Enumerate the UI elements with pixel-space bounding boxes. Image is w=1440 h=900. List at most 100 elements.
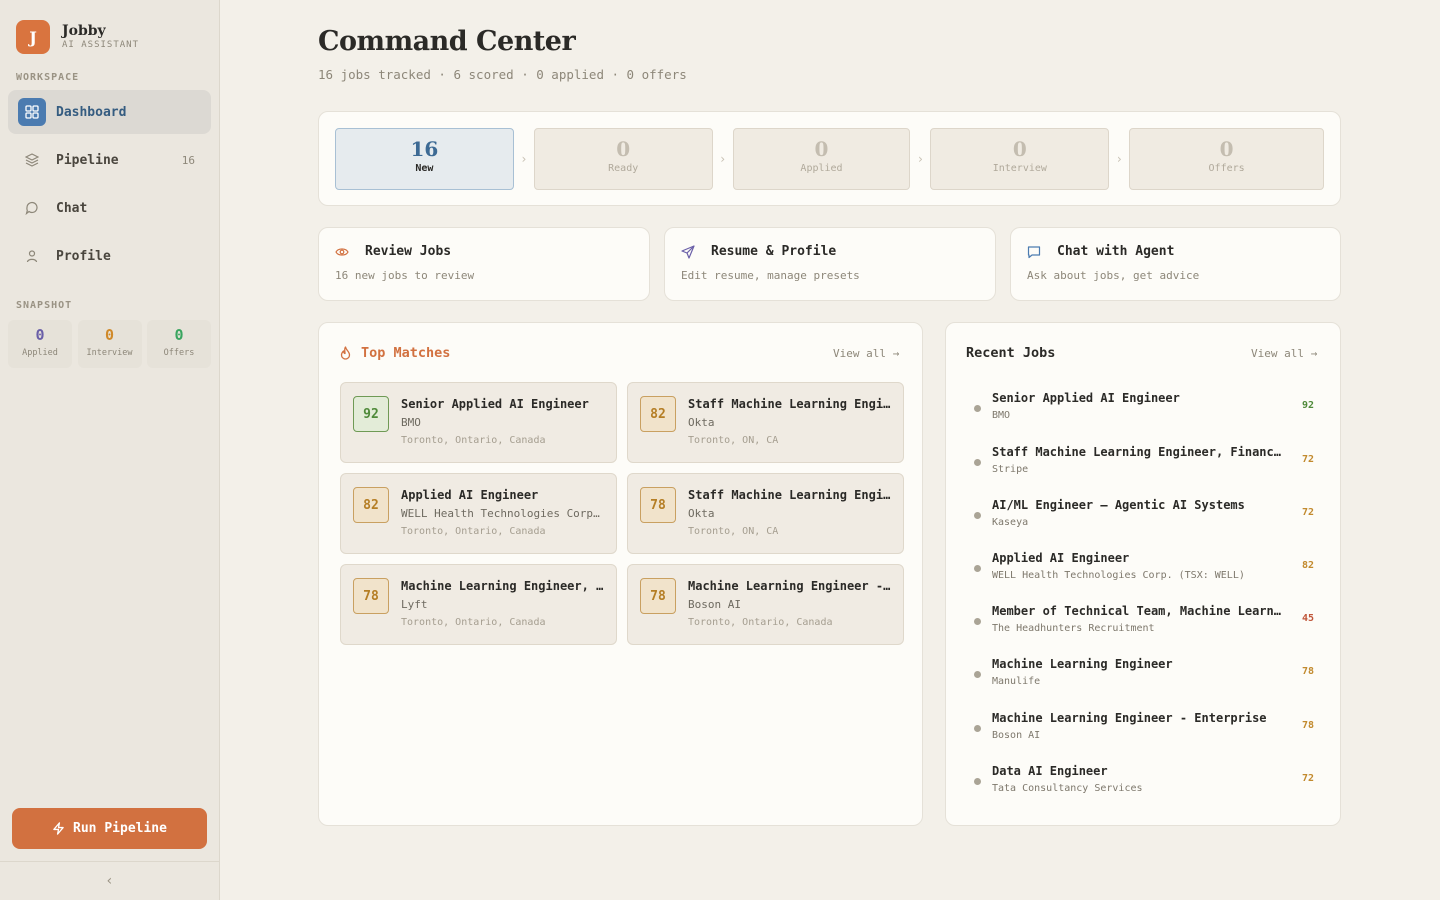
status-dot <box>974 459 981 466</box>
stage-interview[interactable]: 0 Interview <box>930 127 1110 190</box>
recent-job-score: 72 <box>1301 773 1314 784</box>
sidebar-item-chat[interactable]: Chat <box>8 186 211 230</box>
status-dot <box>974 565 981 572</box>
page-title: Command Center <box>318 26 576 57</box>
match-card[interactable]: 92 Senior Applied AI Engineer BMO Toront… <box>340 382 617 463</box>
recent-job-row[interactable]: Applied AI Engineer WELL Health Technolo… <box>974 551 1314 591</box>
page-subtitle: 16 jobs tracked · 6 scored · 0 applied ·… <box>318 67 687 82</box>
match-company: Boson AI <box>688 598 741 611</box>
recent-job-row[interactable]: Machine Learning Engineer - Enterprise B… <box>974 711 1314 751</box>
recent-job-row[interactable]: Machine Learning Engineer Manulife 78 <box>974 657 1314 697</box>
match-title: Staff Machine Learning Engineer, Financi… <box>688 397 893 411</box>
recent-job-score: 92 <box>1301 400 1314 411</box>
sidebar-item-profile[interactable]: Profile <box>8 234 211 278</box>
stage-label: Interview <box>992 162 1047 174</box>
match-title: Staff Machine Learning Engineer <box>688 488 893 502</box>
lightning-icon <box>52 822 65 835</box>
match-card[interactable]: 78 Machine Learning Engineer - Enterpris… <box>627 564 904 645</box>
brand-logo: J <box>16 20 50 54</box>
recent-job-score: 78 <box>1301 666 1314 677</box>
run-pipeline-label: Run Pipeline <box>73 821 167 836</box>
match-location: Toronto, Ontario, Canada <box>688 617 833 628</box>
pipeline-count: 16 <box>181 153 195 167</box>
eye-icon <box>335 245 357 259</box>
review-jobs-subtitle: 16 new jobs to review <box>335 269 475 282</box>
resume-profile-card[interactable]: Resume & Profile Edit resume, manage pre… <box>664 227 996 301</box>
recent-job-company: Stripe <box>992 464 1029 475</box>
match-location: Toronto, Ontario, Canada <box>401 526 546 537</box>
stage-ready[interactable]: 0 Ready <box>533 127 713 190</box>
stage-new[interactable]: 16 New <box>335 127 514 190</box>
recent-job-row[interactable]: Senior Applied AI Engineer BMO 92 <box>974 391 1314 431</box>
recent-jobs-view-all-link[interactable]: View all → <box>1251 347 1317 360</box>
match-score: 78 <box>640 487 676 523</box>
chat-bubble-icon <box>1027 245 1049 259</box>
recent-job-row[interactable]: Staff Machine Learning Engineer, Financi… <box>974 445 1314 485</box>
match-location: Toronto, Ontario, Canada <box>401 617 546 628</box>
sidebar-item-label: Profile <box>56 248 111 264</box>
sidebar: J Jobby AI ASSISTANT WORKSPACE Dashboard… <box>0 0 220 900</box>
match-location: Toronto, ON, CA <box>688 435 779 446</box>
snapshot-applied: 0 Applied <box>8 320 72 368</box>
status-dot <box>974 778 981 785</box>
collapse-sidebar-icon[interactable]: ‹ <box>105 873 113 889</box>
match-location: Toronto, Ontario, Canada <box>401 435 546 446</box>
sidebar-item-pipeline[interactable]: Pipeline 16 <box>8 138 211 182</box>
chat-bubble-icon <box>18 194 46 222</box>
resume-profile-subtitle: Edit resume, manage presets <box>681 269 860 282</box>
top-matches-view-all-link[interactable]: View all → <box>833 347 899 360</box>
match-title: Applied AI Engineer <box>401 488 539 502</box>
stage-label: Applied <box>800 162 843 174</box>
brand-name: Jobby <box>62 23 106 39</box>
recent-job-row[interactable]: Member of Technical Team, Machine Learni… <box>974 604 1314 644</box>
match-company: BMO <box>401 416 421 429</box>
chat-agent-title: Chat with Agent <box>1057 244 1175 259</box>
status-dot <box>974 671 981 678</box>
recent-job-company: Tata Consultancy Services <box>992 783 1143 794</box>
recent-job-score: 72 <box>1301 507 1314 518</box>
match-score: 78 <box>353 578 389 614</box>
brand[interactable]: J Jobby AI ASSISTANT <box>16 20 139 54</box>
workspace-label: WORKSPACE <box>16 72 80 83</box>
top-matches-header: Top Matches <box>339 345 450 361</box>
recent-job-company: Kaseya <box>992 517 1029 528</box>
sidebar-item-label: Dashboard <box>56 104 127 120</box>
chat-agent-card[interactable]: Chat with Agent Ask about jobs, get advi… <box>1010 227 1341 301</box>
snapshot-value: 0 <box>174 326 184 344</box>
match-card[interactable]: 78 Machine Learning Engineer, Search Lyf… <box>340 564 617 645</box>
recent-job-row[interactable]: Data AI Engineer Tata Consultancy Servic… <box>974 764 1314 804</box>
run-pipeline-button[interactable]: Run Pipeline <box>12 808 207 849</box>
match-score: 78 <box>640 578 676 614</box>
match-company: Okta <box>688 416 715 429</box>
send-icon <box>681 244 703 259</box>
recent-job-score: 45 <box>1301 613 1314 624</box>
recent-job-title: Machine Learning Engineer <box>992 657 1173 671</box>
match-title: Machine Learning Engineer, Search <box>401 579 606 593</box>
match-title: Senior Applied AI Engineer <box>401 397 589 411</box>
match-card[interactable]: 82 Staff Machine Learning Engineer, Fina… <box>627 382 904 463</box>
recent-job-row[interactable]: AI/ML Engineer — Agentic AI Systems Kase… <box>974 498 1314 538</box>
recent-job-title: AI/ML Engineer — Agentic AI Systems <box>992 498 1245 512</box>
stage-value: 0 <box>616 136 631 161</box>
snapshot-label: Interview <box>86 348 133 358</box>
match-card[interactable]: 82 Applied AI Engineer WELL Health Techn… <box>340 473 617 554</box>
review-jobs-card[interactable]: Review Jobs 16 new jobs to review <box>318 227 650 301</box>
match-score: 92 <box>353 396 389 432</box>
match-card[interactable]: 78 Staff Machine Learning Engineer Okta … <box>627 473 904 554</box>
recent-jobs-panel: Recent Jobs View all → Senior Applied AI… <box>945 322 1341 826</box>
resume-profile-title: Resume & Profile <box>711 244 837 259</box>
snapshot-offers: 0 Offers <box>147 320 211 368</box>
chevron-right-icon: › <box>520 151 528 166</box>
stage-value: 16 <box>410 136 439 161</box>
recent-job-company: Manulife <box>992 676 1041 687</box>
match-company: Okta <box>688 507 715 520</box>
chevron-right-icon: › <box>1115 151 1123 166</box>
recent-job-score: 72 <box>1301 454 1314 465</box>
stage-applied[interactable]: 0 Applied <box>732 127 911 190</box>
sidebar-item-dashboard[interactable]: Dashboard <box>8 90 211 134</box>
snapshot-label: Applied <box>22 348 58 358</box>
recent-jobs-header: Recent Jobs <box>966 345 1055 361</box>
recent-job-title: Senior Applied AI Engineer <box>992 391 1180 405</box>
layers-icon <box>18 146 46 174</box>
stage-offers[interactable]: 0 Offers <box>1129 127 1324 190</box>
